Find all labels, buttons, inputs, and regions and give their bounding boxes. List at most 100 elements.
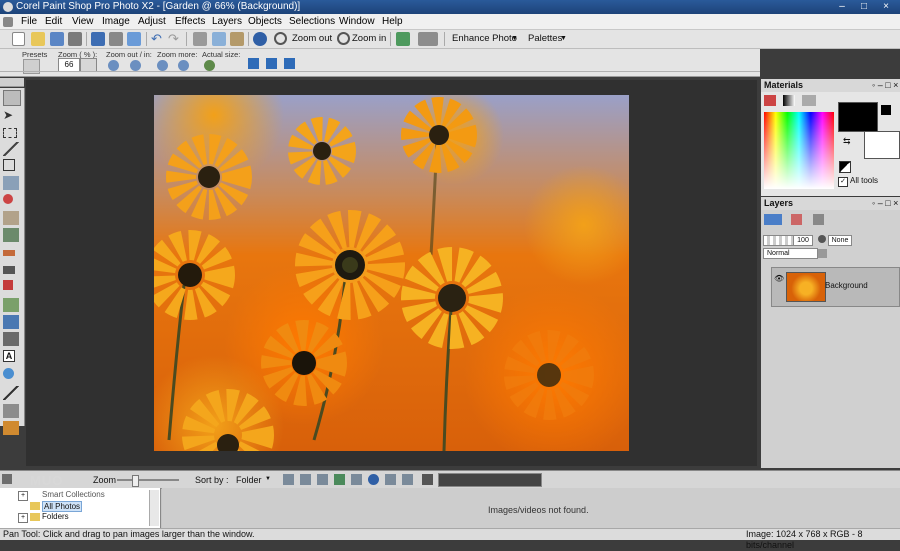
- opacity-value[interactable]: 100: [793, 235, 813, 246]
- menu-view[interactable]: View: [69, 14, 97, 29]
- reset-colors-icon[interactable]: [839, 161, 851, 173]
- background-eraser-icon[interactable]: [3, 298, 19, 312]
- menu-edit[interactable]: Edit: [42, 14, 65, 29]
- lighten-darken-icon[interactable]: [3, 266, 15, 274]
- crop-tool-icon[interactable]: [3, 159, 15, 171]
- undo-icon[interactable]: ↶: [151, 32, 165, 46]
- organizer-action-icon[interactable]: [351, 474, 362, 485]
- eraser-tool-icon[interactable]: [3, 280, 13, 290]
- menu-selections[interactable]: Selections: [286, 14, 338, 29]
- new-layer-icon[interactable]: [764, 214, 782, 225]
- preset-shape-icon[interactable]: [3, 368, 14, 379]
- delete-layer-icon[interactable]: [791, 214, 802, 225]
- search-input[interactable]: [438, 473, 542, 487]
- gradient-tab-icon[interactable]: [783, 95, 795, 106]
- layer-row-background[interactable]: 👁 Background: [771, 267, 900, 307]
- warp-brush-icon[interactable]: [3, 404, 19, 418]
- zoom-in-icon[interactable]: [130, 60, 141, 71]
- info-icon[interactable]: [253, 32, 267, 46]
- dropper-tool-icon[interactable]: [3, 142, 19, 156]
- organizer-action-icon[interactable]: [334, 474, 345, 485]
- swap-arrows-icon[interactable]: ⇆: [843, 136, 851, 147]
- fit-window-icon[interactable]: [396, 32, 410, 46]
- menu-objects[interactable]: Objects: [245, 14, 285, 29]
- mask-dropdown[interactable]: None: [828, 235, 852, 246]
- zoom-stepper[interactable]: [80, 58, 97, 72]
- visibility-eye-icon[interactable]: 👁: [774, 274, 784, 283]
- enhance-photo-menu[interactable]: Enhance Photo: [452, 33, 517, 45]
- color-spectrum-picker[interactable]: [764, 112, 834, 189]
- organizer-action-icon[interactable]: [300, 474, 311, 485]
- garden-photo[interactable]: [154, 95, 629, 451]
- text-tool-icon[interactable]: A: [3, 350, 15, 362]
- organizer-action-icon[interactable]: [317, 474, 328, 485]
- zoom-out-icon[interactable]: [108, 60, 119, 71]
- zoom-more-in-icon[interactable]: [178, 60, 189, 71]
- all-tools-checkbox[interactable]: ✓: [838, 177, 848, 187]
- actual-size-icon[interactable]: [204, 60, 215, 71]
- swap-colors-icon[interactable]: [881, 105, 891, 115]
- slider-handle[interactable]: [132, 475, 139, 487]
- materials-palette-header[interactable]: Materials ◦ – □ ×: [761, 79, 900, 93]
- maximize-button[interactable]: □: [856, 1, 872, 13]
- flood-fill-icon[interactable]: [3, 315, 19, 329]
- expand-icon[interactable]: +: [18, 491, 28, 501]
- zoom-in-label[interactable]: Zoom in: [352, 33, 386, 45]
- minimize-button[interactable]: –: [834, 1, 850, 13]
- selection-tool-icon[interactable]: [3, 128, 17, 138]
- mesh-warp-icon[interactable]: [3, 421, 19, 435]
- tree-scrollbar[interactable]: [149, 490, 159, 526]
- menu-help[interactable]: Help: [379, 14, 406, 29]
- close-button[interactable]: ×: [878, 1, 894, 13]
- lock-icon[interactable]: [818, 249, 827, 258]
- palettes-menu[interactable]: Palettes: [528, 33, 562, 45]
- expand-icon[interactable]: +: [18, 513, 28, 523]
- fit-option-icon[interactable]: [284, 58, 295, 69]
- email-icon[interactable]: [127, 32, 141, 46]
- opacity-slider[interactable]: [763, 235, 795, 246]
- thumbnail-zoom-slider[interactable]: [117, 479, 179, 481]
- palette-controls[interactable]: ◦ – □ ×: [872, 197, 898, 210]
- zoom-more-out-icon[interactable]: [157, 60, 168, 71]
- layers-palette-header[interactable]: Layers ◦ – □ ×: [761, 197, 900, 211]
- browse-icon[interactable]: [50, 32, 64, 46]
- menu-window[interactable]: Window: [336, 14, 378, 29]
- paste-icon[interactable]: [230, 32, 244, 46]
- foreground-color-swatch[interactable]: [838, 102, 878, 132]
- palette-controls[interactable]: ◦ – □ ×: [872, 79, 898, 92]
- print-icon[interactable]: [109, 32, 123, 46]
- clone-tool-icon[interactable]: [3, 228, 19, 242]
- tree-item-smart-collections[interactable]: Smart Collections: [42, 490, 105, 499]
- menu-adjust[interactable]: Adjust: [135, 14, 169, 29]
- fit-option-icon[interactable]: [248, 58, 259, 69]
- paint-brush-icon[interactable]: [3, 250, 15, 256]
- organizer-action-icon[interactable]: [385, 474, 396, 485]
- open-folder-icon[interactable]: [31, 32, 45, 46]
- makeover-tool-icon[interactable]: [3, 211, 19, 225]
- background-color-swatch[interactable]: [864, 131, 900, 159]
- blend-mode-select[interactable]: Normal: [763, 248, 818, 259]
- menu-file[interactable]: File: [18, 14, 40, 29]
- info-icon[interactable]: [368, 474, 379, 485]
- redo-icon[interactable]: ↷: [168, 32, 182, 46]
- frame-tab-icon[interactable]: [764, 95, 776, 106]
- menu-effects[interactable]: Effects: [172, 14, 208, 29]
- scan-icon[interactable]: [68, 32, 82, 46]
- organizer-action-icon[interactable]: [402, 474, 413, 485]
- new-file-icon[interactable]: [12, 32, 25, 46]
- tree-item-all-photos[interactable]: All Photos: [42, 501, 83, 512]
- straighten-tool-icon[interactable]: [3, 176, 19, 190]
- pick-tool-icon[interactable]: ➤: [3, 108, 19, 122]
- document-icon[interactable]: [3, 17, 13, 27]
- organizer-action-icon[interactable]: [283, 474, 294, 485]
- zoom-value-input[interactable]: 66: [58, 58, 80, 72]
- mask-icon[interactable]: [818, 235, 826, 243]
- copy-icon[interactable]: [212, 32, 226, 46]
- binoculars-icon[interactable]: [422, 474, 433, 485]
- fit-option-icon[interactable]: [266, 58, 277, 69]
- menu-layers[interactable]: Layers: [209, 14, 245, 29]
- organizer-toggle[interactable]: [2, 474, 12, 484]
- cut-icon[interactable]: [193, 32, 207, 46]
- tree-item-folders[interactable]: Folders: [42, 512, 69, 521]
- zoom-in-icon[interactable]: [337, 32, 350, 45]
